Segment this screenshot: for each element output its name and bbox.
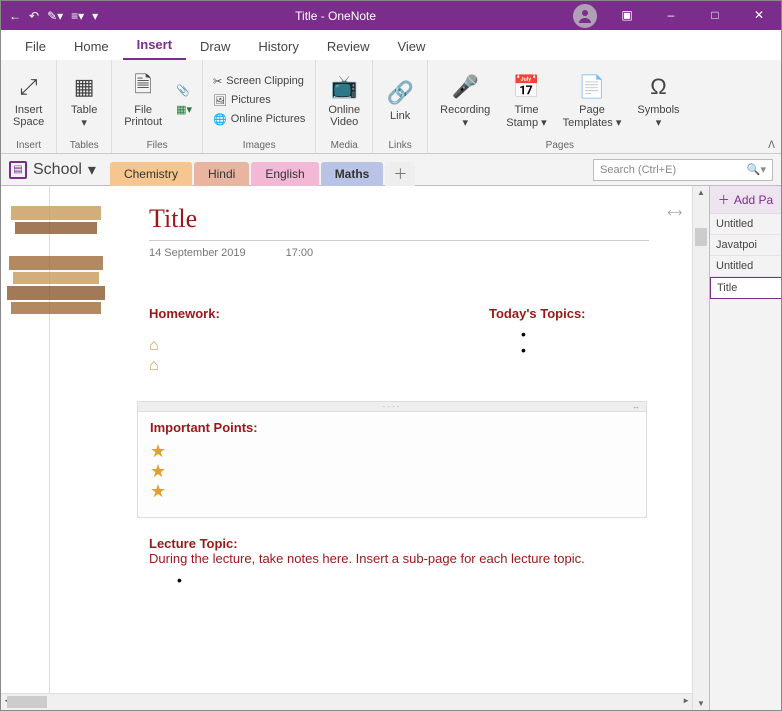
close-icon[interactable]: ✕ [737, 1, 781, 30]
undo-icon[interactable]: ↶ [29, 9, 39, 23]
important-heading[interactable]: Important Points: [150, 420, 634, 435]
notebook-icon: ▤ [9, 161, 27, 179]
page-templates-button[interactable]: 📄Page Templates ▾ [557, 66, 628, 134]
window-title: Title - OneNote [98, 9, 573, 23]
section-tab[interactable]: Chemistry [110, 162, 192, 186]
books-image [1, 196, 121, 326]
section-tabs: ChemistryHindiEnglishMaths＋ [110, 154, 417, 186]
homework-heading[interactable]: Homework: [149, 306, 220, 321]
pen-icon[interactable]: ✎▾ [47, 9, 63, 23]
link-button[interactable]: 🔗Link [379, 66, 421, 134]
add-page-button[interactable]: ＋ Add Pa [710, 186, 781, 214]
group-label: Media [331, 138, 358, 153]
lecture-heading[interactable]: Lecture Topic: [149, 536, 649, 551]
back-icon[interactable]: ← [9, 9, 21, 23]
page-canvas[interactable]: ⤢ Title 14 September 2019 17:00 Homework… [1, 186, 692, 693]
ribbon: ⤢Insert Space Insert ▦Table▾ Tables 🗎Fil… [1, 60, 781, 154]
page-title[interactable]: Title [149, 204, 649, 241]
online-pictures-button[interactable]: 🌐 Online Pictures [209, 111, 309, 128]
menu-file[interactable]: File [11, 33, 60, 60]
maximize-icon[interactable]: □ [693, 1, 737, 30]
workspace: ⤢ Title 14 September 2019 17:00 Homework… [1, 186, 781, 710]
insert-space-button[interactable]: ⤢Insert Space [7, 66, 50, 134]
spreadsheet-button[interactable]: ▦▾ [172, 101, 196, 118]
pictures-button[interactable]: 🖼 Pictures [209, 92, 309, 109]
page-time[interactable]: 17:00 [286, 247, 314, 259]
scroll-down-icon[interactable]: ▼ [693, 699, 709, 708]
homework-items[interactable]: ⌂⌂ [149, 336, 159, 376]
page-list-item[interactable]: Untitled [710, 214, 781, 235]
time-stamp-button[interactable]: 📅Time Stamp ▾ [500, 66, 552, 134]
online-video-button[interactable]: 📺Online Video [322, 66, 366, 134]
menu-view[interactable]: View [383, 33, 439, 60]
menu-history[interactable]: History [244, 33, 312, 60]
screen-clipping-button[interactable]: ✂ Screen Clipping [209, 73, 309, 90]
file-printout-button[interactable]: 🗎File Printout [118, 66, 168, 134]
notebook-nav: ▤ School ▾ ChemistryHindiEnglishMaths＋ S… [1, 154, 781, 186]
pages-panel: ＋ Add Pa UntitledJavatpoiUntitledTitle [709, 186, 781, 710]
resize-grip-icon[interactable]: ↔ [632, 402, 642, 411]
collapse-ribbon-icon[interactable]: ᐱ [768, 140, 775, 151]
recording-button[interactable]: 🎤Recording▾ [434, 66, 496, 134]
ribbon-mode-icon[interactable]: ▣ [605, 1, 649, 30]
search-input[interactable]: Search (Ctrl+E) 🔍▾ [593, 159, 773, 181]
title-bar: ← ↶ ✎▾ ≡▾ ▾ Title - OneNote ▣ – □ ✕ [1, 1, 781, 30]
page-list-item[interactable]: Title [710, 277, 781, 299]
topics-bullets[interactable]: •• [521, 326, 526, 358]
scroll-up-icon[interactable]: ▲ [693, 188, 709, 197]
horizontal-scrollbar[interactable]: ◄ ► [1, 693, 692, 710]
section-tab[interactable]: Hindi [194, 162, 249, 186]
notebook-selector[interactable]: ▤ School ▾ [9, 160, 96, 180]
scroll-thumb[interactable] [695, 228, 707, 246]
search-icon: 🔍▾ [747, 163, 766, 176]
important-items[interactable]: ★★★ [150, 441, 634, 501]
vertical-scrollbar[interactable]: ▲ ▼ [692, 186, 709, 710]
important-container[interactable]: ····↔ Important Points: ★★★ [137, 401, 647, 518]
file-attach-button[interactable]: 📎 [172, 82, 196, 99]
add-section-button[interactable]: ＋ [385, 162, 415, 186]
menu-insert[interactable]: Insert [123, 31, 186, 60]
list-icon[interactable]: ≡▾ [71, 9, 84, 23]
group-label: Images [243, 138, 276, 153]
group-label: Tables [70, 138, 99, 153]
section-tab[interactable]: Maths [321, 162, 384, 186]
table-button[interactable]: ▦Table▾ [63, 66, 105, 134]
topics-heading[interactable]: Today's Topics: [489, 306, 586, 321]
container-handle[interactable]: ····↔ [138, 402, 646, 412]
page-date[interactable]: 14 September 2019 [149, 247, 246, 259]
page-list-item[interactable]: Untitled [710, 256, 781, 277]
menu-review[interactable]: Review [313, 33, 384, 60]
fullscreen-icon[interactable]: ⤢ [664, 203, 684, 223]
scroll-right-icon[interactable]: ► [682, 696, 690, 705]
group-label: Files [147, 138, 168, 153]
group-label: Insert [16, 138, 41, 153]
group-label: Pages [546, 138, 574, 153]
scroll-thumb[interactable] [7, 696, 47, 708]
lecture-body[interactable]: During the lecture, take notes here. Ins… [149, 551, 649, 566]
menu-draw[interactable]: Draw [186, 33, 244, 60]
user-avatar[interactable] [573, 4, 597, 28]
symbols-button[interactable]: ΩSymbols▾ [631, 66, 685, 134]
group-label: Links [388, 138, 411, 153]
minimize-icon[interactable]: – [649, 1, 693, 30]
lecture-bullet[interactable]: • [177, 572, 649, 588]
menu-home[interactable]: Home [60, 33, 123, 60]
menu-bar: File Home Insert Draw History Review Vie… [1, 30, 781, 60]
section-tab[interactable]: English [251, 162, 318, 186]
page-list-item[interactable]: Javatpoi [710, 235, 781, 256]
